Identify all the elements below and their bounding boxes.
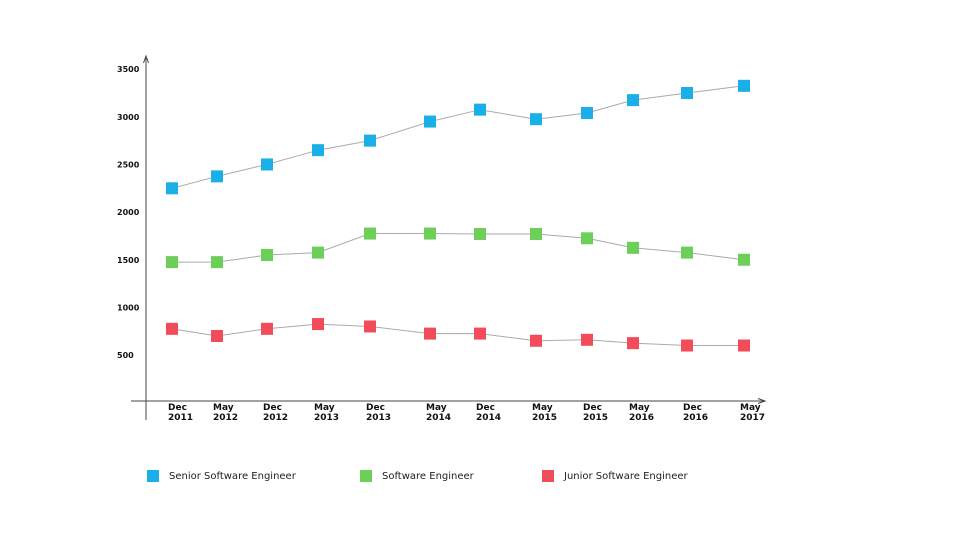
- data-point: [530, 113, 542, 126]
- data-point: [364, 320, 376, 333]
- data-point: [166, 182, 178, 195]
- x-tick-label-month: May: [740, 403, 761, 413]
- data-point: [474, 327, 486, 340]
- data-point: [424, 327, 436, 340]
- x-tick-label-year: 2012: [263, 413, 288, 423]
- y-tick-label: 3500: [117, 65, 140, 74]
- x-tick-label-month: Dec: [263, 403, 282, 413]
- data-point: [627, 241, 639, 254]
- legend-item: Senior Software Engineer: [147, 470, 296, 482]
- legend-swatch-icon: [360, 470, 372, 482]
- data-point: [211, 329, 223, 342]
- x-tick-label-year: 2012: [213, 413, 238, 423]
- data-point: [211, 170, 223, 183]
- data-point: [261, 248, 273, 261]
- x-tick-label-year: 2016: [629, 413, 654, 423]
- data-point: [211, 256, 223, 269]
- series-points: [166, 79, 750, 352]
- x-tick-label-month: May: [629, 403, 650, 413]
- x-tick-label-month: Dec: [366, 403, 385, 413]
- data-point: [424, 115, 436, 128]
- series-line-1: [172, 233, 745, 263]
- data-point: [738, 339, 750, 352]
- data-point: [312, 144, 324, 157]
- data-point: [738, 79, 750, 92]
- data-point: [738, 253, 750, 266]
- data-point: [364, 134, 376, 147]
- y-tick-label: 2000: [117, 208, 140, 217]
- x-tick-label-year: 2015: [583, 413, 608, 423]
- x-tick-label-year: 2014: [426, 413, 451, 423]
- legend-swatch-icon: [147, 470, 159, 482]
- series-lines: [171, 85, 745, 346]
- x-tick-label-month: Dec: [168, 403, 187, 413]
- legend-swatch-icon: [542, 470, 554, 482]
- x-tick-label-year: 2017: [740, 413, 765, 423]
- axes: [131, 54, 767, 420]
- legend-label: Senior Software Engineer: [169, 470, 296, 482]
- data-point: [261, 158, 273, 171]
- data-point: [312, 318, 324, 331]
- y-axis-ticks: 500 1000 1500 2000 2500 3000 3500: [117, 65, 140, 360]
- data-point: [166, 322, 178, 335]
- x-tick-label-month: May: [314, 403, 335, 413]
- x-tick-label-month: May: [426, 403, 447, 413]
- x-tick-label-year: 2015: [532, 413, 557, 423]
- data-point: [424, 227, 436, 240]
- data-point: [581, 333, 593, 346]
- x-tick-label-month: Dec: [683, 403, 702, 413]
- y-tick-label: 1500: [117, 256, 140, 265]
- legend-label: Software Engineer: [382, 470, 474, 482]
- y-tick-label: 2500: [117, 160, 140, 169]
- data-point: [312, 246, 324, 259]
- data-point: [681, 86, 693, 99]
- data-point: [627, 94, 639, 107]
- x-tick-label-month: May: [532, 403, 553, 413]
- data-point: [530, 228, 542, 241]
- data-point: [474, 103, 486, 116]
- data-point: [364, 227, 376, 240]
- x-axis-ticks: Dec2011May2012Dec2012May2013Dec2013May20…: [168, 403, 765, 423]
- x-tick-label-year: 2014: [476, 413, 501, 423]
- data-point: [581, 232, 593, 245]
- data-point: [581, 106, 593, 119]
- x-tick-label-year: 2013: [366, 413, 391, 423]
- data-point: [261, 322, 273, 335]
- y-tick-label: 3000: [117, 113, 140, 122]
- legend-item: Software Engineer: [360, 470, 474, 482]
- x-tick-label-month: Dec: [583, 403, 602, 413]
- legend-label: Junior Software Engineer: [564, 470, 688, 482]
- series-line-0: [171, 85, 745, 189]
- x-tick-label-month: Dec: [476, 403, 495, 413]
- x-tick-label-year: 2011: [168, 413, 193, 423]
- x-tick-label-year: 2013: [314, 413, 339, 423]
- data-point: [681, 339, 693, 352]
- data-point: [474, 228, 486, 241]
- data-point: [627, 337, 639, 350]
- x-tick-label-year: 2016: [683, 413, 708, 423]
- data-point: [681, 246, 693, 259]
- series-line-2: [171, 323, 744, 346]
- y-tick-label: 500: [117, 351, 134, 360]
- legend: Senior Software Engineer Software Enginee…: [0, 470, 960, 490]
- y-tick-label: 1000: [117, 303, 140, 312]
- data-point: [166, 256, 178, 269]
- x-tick-label-month: May: [213, 403, 234, 413]
- data-point: [530, 334, 542, 347]
- legend-item: Junior Software Engineer: [542, 470, 688, 482]
